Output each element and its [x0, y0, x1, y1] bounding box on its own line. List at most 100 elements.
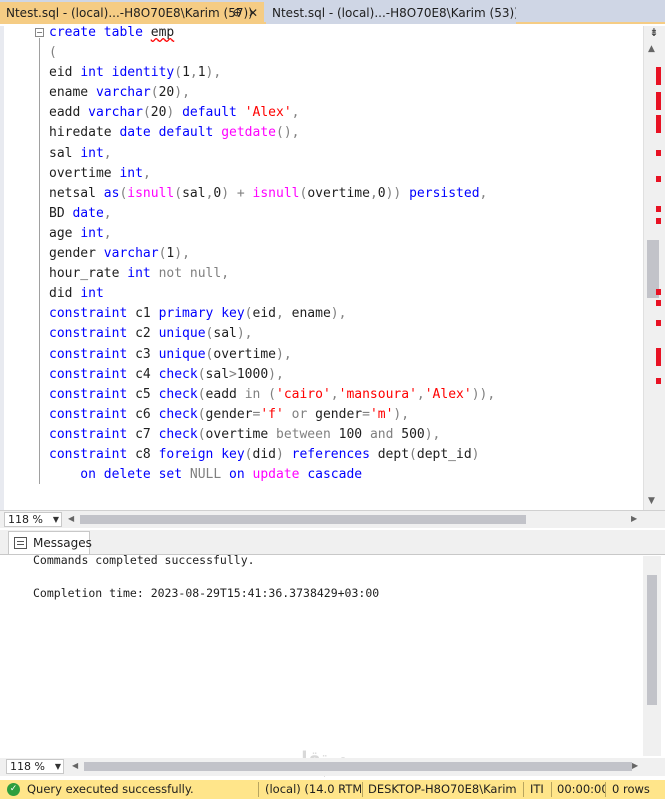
code-token: 20 [158, 85, 175, 101]
code-line[interactable]: on delete set NULL on update cascade [49, 465, 495, 485]
error-marker[interactable] [656, 320, 661, 326]
status-server: (local) (14.0 RTM) [265, 782, 361, 796]
code-token: ), [393, 406, 410, 422]
editor-horizontal-scroll-thumb[interactable] [80, 515, 526, 524]
code-token: BD [49, 205, 73, 221]
code-token: constraint [49, 426, 136, 442]
code-token: ( [244, 306, 253, 322]
code-token: c7 [135, 426, 159, 442]
code-token: ) + [221, 185, 253, 201]
code-token: varchar [88, 105, 143, 121]
error-marker[interactable] [656, 300, 661, 306]
error-marker[interactable] [656, 67, 661, 85]
error-marker[interactable] [656, 348, 661, 366]
code-line[interactable]: eadd varchar(20) default 'Alex', [49, 103, 495, 123]
code-token: ( [49, 45, 57, 61]
code-line[interactable]: ( [49, 43, 495, 63]
editor-zoom-select[interactable]: 118 % ▼ [4, 512, 62, 527]
code-token: in [244, 386, 269, 402]
code-token: c3 [135, 346, 159, 362]
code-token: check [158, 366, 198, 382]
code-line[interactable]: hiredate date default getdate(), [49, 123, 495, 143]
code-line[interactable]: BD date, [49, 204, 495, 224]
code-line[interactable]: constraint c8 foreign key(did) reference… [49, 445, 495, 465]
zoom-value: 118 % [8, 513, 43, 526]
message-line: Completion time: 2023-08-29T15:41:36.373… [33, 586, 380, 600]
code-token: ), [330, 306, 347, 322]
tab-ntest-53[interactable]: Ntest.sql - (local)...-H8O70E8\Karim (53… [266, 2, 516, 24]
sql-code[interactable]: create table emp(eid int identity(1,1), e… [49, 23, 495, 485]
code-token: 1000 [236, 366, 269, 382]
code-token: ( [197, 366, 206, 382]
code-token: check [158, 406, 198, 422]
code-token: 100 [338, 426, 370, 442]
code-token: getdate [221, 125, 276, 141]
message-line: Commands completed successfully. [33, 553, 255, 567]
code-token: eadd [49, 105, 89, 121]
error-marker[interactable] [656, 92, 661, 110]
code-line[interactable]: eid int identity(1,1), [49, 63, 495, 83]
status-database: ITI [530, 782, 544, 796]
error-marker[interactable] [656, 378, 661, 384]
error-marker[interactable] [656, 206, 661, 212]
error-marker[interactable] [656, 218, 661, 224]
code-line[interactable]: create table emp [49, 23, 495, 43]
code-token: update [252, 467, 308, 483]
code-line[interactable]: hour_rate int not null, [49, 264, 495, 284]
code-token: 20 [150, 105, 167, 121]
error-marker[interactable] [656, 176, 661, 182]
code-token: persisted [409, 185, 480, 201]
scroll-left-icon[interactable]: ◀ [72, 761, 78, 770]
code-line[interactable]: ename varchar(20), [49, 83, 495, 103]
scroll-right-icon[interactable]: ▶ [631, 514, 637, 523]
pin-icon[interactable]: ⊕ [233, 2, 242, 24]
code-token: ), [276, 346, 292, 362]
code-token: int identity [80, 65, 175, 81]
code-line[interactable]: overtime int, [49, 164, 495, 184]
code-line[interactable]: sal int, [49, 144, 495, 164]
tab-messages[interactable]: Messages [8, 531, 92, 554]
code-line[interactable]: constraint c6 check(gender='f' or gender… [49, 405, 495, 425]
code-token: primary key [158, 306, 245, 322]
code-line[interactable]: did int [49, 284, 495, 304]
code-token: date [72, 205, 104, 221]
messages-pane[interactable] [0, 554, 665, 758]
code-token: constraint [49, 386, 136, 402]
code-token: overtime [307, 185, 370, 201]
code-token: sal [182, 185, 206, 201]
code-token: c4 [135, 366, 159, 382]
code-line[interactable]: constraint c1 primary key(eid, ename), [49, 304, 495, 324]
messages-scroll-thumb[interactable] [647, 575, 657, 705]
messages-horizontal-scroll-thumb[interactable] [84, 762, 632, 771]
collapse-icon[interactable]: − [35, 28, 44, 37]
scroll-down-icon[interactable]: ▼ [648, 496, 655, 506]
error-marker[interactable] [656, 150, 661, 156]
code-line[interactable]: constraint c7 check(overtime between 100… [49, 425, 495, 445]
tab-ntest-57[interactable]: Ntest.sql - (local)...-H8O70E8\Karim (57… [0, 2, 264, 24]
scroll-left-icon[interactable]: ◀ [68, 514, 74, 523]
code-token: ( [268, 386, 276, 402]
code-token: check [158, 426, 198, 442]
error-marker[interactable] [656, 289, 661, 295]
code-token: hiredate [49, 125, 120, 141]
code-token: references [291, 446, 378, 462]
split-icon[interactable]: ⇟ [645, 26, 663, 40]
error-marker[interactable] [656, 115, 661, 133]
code-line[interactable]: constraint c2 unique(sal), [49, 324, 495, 344]
code-line[interactable]: age int, [49, 224, 495, 244]
close-icon[interactable]: ✕ [248, 2, 258, 24]
scroll-right-icon[interactable]: ▶ [632, 761, 638, 770]
code-token: dept [377, 446, 410, 462]
code-line[interactable]: constraint c3 unique(overtime), [49, 345, 495, 365]
code-line[interactable]: constraint c4 check(sal>1000), [49, 365, 495, 385]
code-token: check [158, 386, 198, 402]
code-line[interactable]: gender varchar(1), [49, 244, 495, 264]
code-token: ) [471, 446, 480, 462]
code-line[interactable]: netsal as(isnull(sal,0) + isnull(overtim… [49, 184, 495, 204]
code-token: , [189, 65, 198, 81]
code-token: c2 [135, 326, 159, 342]
scroll-up-icon[interactable]: ▲ [648, 44, 655, 54]
messages-zoom-select[interactable]: 118 % ▼ [6, 759, 64, 774]
code-token: ( [174, 185, 183, 201]
code-line[interactable]: constraint c5 check(eadd in ('cairo','ma… [49, 385, 495, 405]
